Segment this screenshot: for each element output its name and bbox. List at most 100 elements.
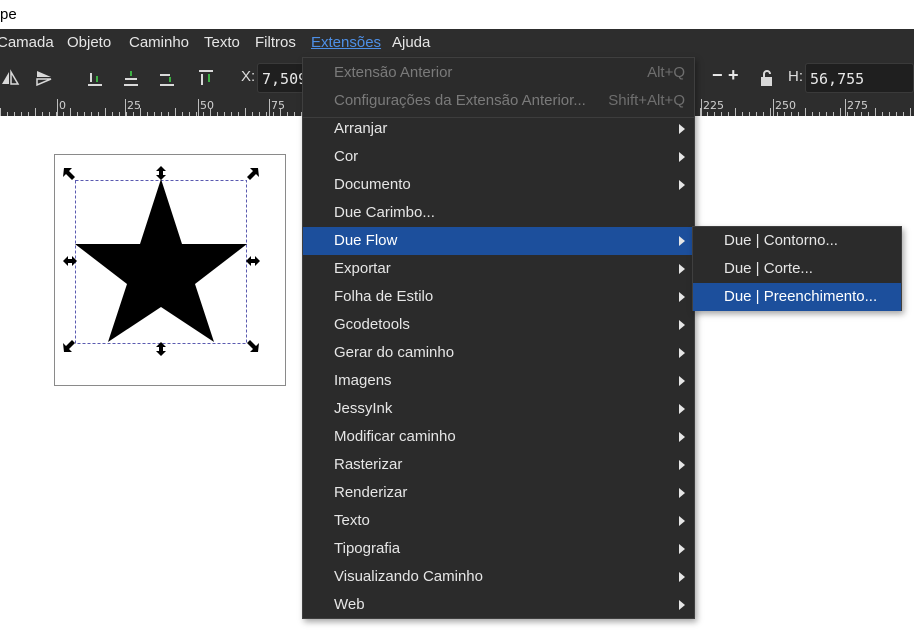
extensions-menu: Extensão Anterior Alt+Q Configurações da… bbox=[302, 57, 695, 619]
menu-item-gcodetools[interactable]: Gcodetools bbox=[303, 311, 694, 339]
ruler-tick bbox=[845, 99, 846, 116]
handle-right-icon[interactable] bbox=[246, 256, 260, 266]
submenu-arrow-icon bbox=[679, 124, 685, 134]
submenu-arrow-icon bbox=[679, 376, 685, 386]
align-top-icon[interactable] bbox=[196, 68, 216, 88]
menu-item-label: Configurações da Extensão Anterior... bbox=[334, 92, 586, 109]
menu-item-label: Rasterizar bbox=[334, 456, 403, 473]
ruler-minor-tick bbox=[105, 108, 106, 116]
submenu-arrow-icon bbox=[679, 572, 685, 582]
submenu-arrow-icon bbox=[679, 180, 685, 190]
ruler-label: 25 bbox=[127, 99, 141, 112]
menu-item-label: Renderizar bbox=[334, 484, 408, 501]
submenu-arrow-icon bbox=[679, 348, 685, 358]
decrement-button[interactable]: − bbox=[712, 65, 723, 86]
window-title: pe bbox=[0, 6, 17, 23]
ruler-minor-tick bbox=[770, 108, 771, 116]
star-shape[interactable] bbox=[75, 179, 247, 342]
menu-camada[interactable]: Camada bbox=[0, 29, 54, 57]
menu-item-cor[interactable]: Cor bbox=[303, 143, 694, 171]
handle-top-right-icon[interactable] bbox=[247, 168, 259, 180]
submenu-item-due-contorno[interactable]: Due | Contorno... bbox=[693, 227, 901, 255]
menu-item-label: Visualizando Caminho bbox=[334, 568, 483, 585]
menu-item-label: Cor bbox=[334, 148, 359, 165]
handle-top-icon[interactable] bbox=[156, 166, 166, 180]
h-input[interactable]: 56,755 bbox=[805, 63, 914, 93]
menu-item-label: Due | Contorno... bbox=[724, 232, 838, 249]
ruler-label: 225 bbox=[703, 99, 724, 112]
menu-item-label: Imagens bbox=[334, 372, 392, 389]
lock-icon[interactable] bbox=[757, 68, 777, 88]
handle-bottom-icon[interactable] bbox=[156, 342, 166, 356]
menu-filtros[interactable]: Filtros bbox=[255, 29, 296, 57]
submenu-item-due-corte[interactable]: Due | Corte... bbox=[693, 255, 901, 283]
menu-item-label: Modificar caminho bbox=[334, 428, 456, 445]
submenu-arrow-icon bbox=[679, 292, 685, 302]
menu-item-label: Documento bbox=[334, 176, 411, 193]
submenu-arrow-icon bbox=[679, 404, 685, 414]
submenu-arrow-icon bbox=[679, 152, 685, 162]
handle-bottom-left-icon[interactable] bbox=[63, 340, 75, 352]
menu-item-label: Gcodetools bbox=[334, 316, 410, 333]
menu-item-gerar-do-caminho[interactable]: Gerar do caminho bbox=[303, 339, 694, 367]
menu-item-shortcut: Shift+Alt+Q bbox=[608, 92, 685, 109]
ruler-minor-tick bbox=[735, 108, 736, 116]
flip-vertical-icon[interactable] bbox=[34, 68, 54, 88]
menu-item-extensao-anterior[interactable]: Extensão Anterior Alt+Q bbox=[303, 59, 694, 87]
menu-item-shortcut: Alt+Q bbox=[647, 64, 685, 81]
menu-item-imagens[interactable]: Imagens bbox=[303, 367, 694, 395]
submenu-arrow-icon bbox=[679, 432, 685, 442]
menu-item-label: Texto bbox=[334, 512, 370, 529]
menu-item-rasterizar[interactable]: Rasterizar bbox=[303, 451, 694, 479]
ruler-minor-tick bbox=[175, 108, 176, 116]
ruler-tick bbox=[773, 99, 774, 116]
menu-item-label: Extensão Anterior bbox=[334, 64, 453, 81]
submenu-arrow-icon bbox=[679, 460, 685, 470]
due-flow-submenu: Due | Contorno... Due | Corte... Due | P… bbox=[692, 226, 902, 311]
menu-item-exportar[interactable]: Exportar bbox=[303, 255, 694, 283]
handle-bottom-right-icon[interactable] bbox=[247, 340, 259, 352]
menu-item-label: Due Flow bbox=[334, 232, 398, 249]
menu-ajuda[interactable]: Ajuda bbox=[392, 29, 430, 57]
menu-item-arranjar[interactable]: Arranjar bbox=[303, 115, 694, 143]
ruler-tick bbox=[701, 99, 702, 116]
ruler-minor-tick bbox=[70, 108, 71, 116]
menu-item-configuracoes-extensao[interactable]: Configurações da Extensão Anterior... Sh… bbox=[303, 87, 694, 115]
menu-item-texto[interactable]: Texto bbox=[303, 507, 694, 535]
submenu-item-due-preenchimento[interactable]: Due | Preenchimento... bbox=[693, 283, 901, 311]
align-middle-icon[interactable] bbox=[121, 68, 141, 88]
x-label: X: bbox=[241, 68, 256, 85]
raise-icon[interactable] bbox=[157, 68, 177, 88]
menu-item-due-carimbo[interactable]: Due Carimbo... bbox=[303, 199, 694, 227]
menu-item-tipografia[interactable]: Tipografia bbox=[303, 535, 694, 563]
flip-horizontal-icon[interactable] bbox=[0, 68, 20, 88]
ruler-minor-tick bbox=[910, 108, 911, 116]
menu-objeto[interactable]: Objeto bbox=[67, 29, 111, 57]
ruler-tick bbox=[269, 99, 270, 116]
submenu-arrow-icon bbox=[679, 320, 685, 330]
handle-top-left-icon[interactable] bbox=[63, 168, 75, 180]
submenu-arrow-icon bbox=[679, 516, 685, 526]
menu-item-folha-de-estilo[interactable]: Folha de Estilo bbox=[303, 283, 694, 311]
menu-caminho[interactable]: Caminho bbox=[129, 29, 189, 57]
menu-item-due-flow[interactable]: Due Flow bbox=[303, 227, 694, 255]
ruler-minor-tick bbox=[0, 108, 1, 116]
ruler-minor-tick bbox=[840, 108, 841, 116]
ruler-minor-tick bbox=[140, 108, 141, 116]
menu-item-web[interactable]: Web bbox=[303, 591, 694, 619]
menu-item-renderizar[interactable]: Renderizar bbox=[303, 479, 694, 507]
submenu-arrow-icon bbox=[679, 600, 685, 610]
handle-left-icon[interactable] bbox=[63, 256, 77, 266]
menu-item-jessyink[interactable]: JessyInk bbox=[303, 395, 694, 423]
menu-item-documento[interactable]: Documento bbox=[303, 171, 694, 199]
menu-item-label: Arranjar bbox=[334, 120, 388, 137]
ruler-minor-tick bbox=[700, 108, 701, 116]
menu-texto[interactable]: Texto bbox=[204, 29, 240, 57]
menu-item-visualizando-caminho[interactable]: Visualizando Caminho bbox=[303, 563, 694, 591]
menu-item-modificar-caminho[interactable]: Modificar caminho bbox=[303, 423, 694, 451]
increment-button[interactable]: + bbox=[728, 65, 739, 86]
menu-item-label: Due | Corte... bbox=[724, 260, 813, 277]
ruler-label: 0 bbox=[59, 99, 66, 112]
align-bottom-icon[interactable] bbox=[85, 68, 105, 88]
menu-extensoes[interactable]: Extensões bbox=[311, 29, 381, 57]
